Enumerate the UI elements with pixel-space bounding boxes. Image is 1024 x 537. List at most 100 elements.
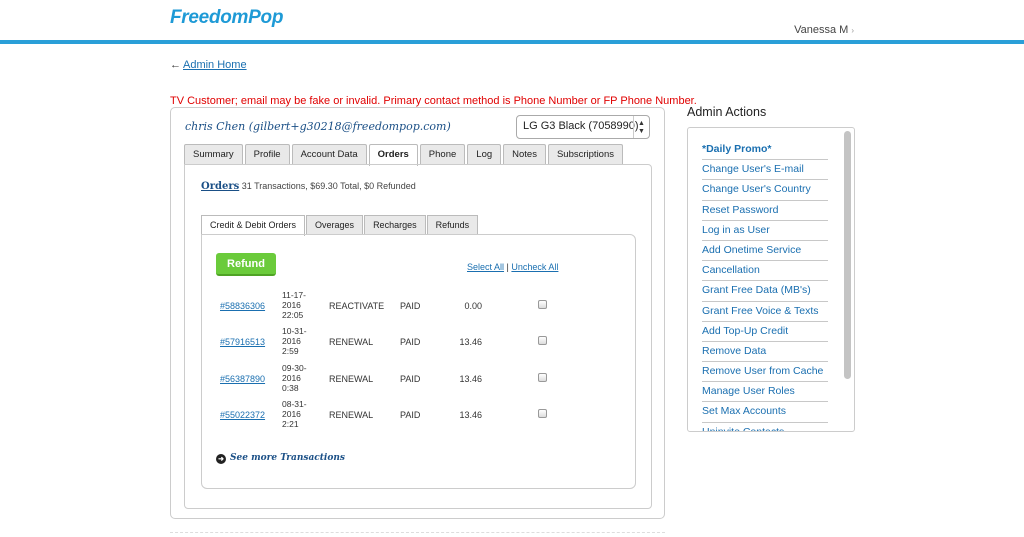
transaction-checkbox[interactable] [538, 373, 547, 382]
admin-action-cancellation[interactable]: Cancellation [702, 261, 828, 282]
device-select-value: LG G3 Black (7058990) [523, 120, 639, 132]
transaction-amount: 13.46 [459, 337, 482, 347]
tab-orders[interactable]: Orders [368, 144, 418, 166]
transaction-status: PAID [400, 301, 421, 311]
transaction-amount: 13.46 [459, 374, 482, 384]
transaction-checkbox[interactable] [538, 336, 547, 345]
orders-summary: 31 Transactions, $69.30 Total, $0 Refund… [241, 181, 416, 191]
admin-actions-list: *Daily Promo* Change User's E-mail Change … [702, 140, 828, 431]
admin-actions-title: Admin Actions [687, 105, 767, 119]
arrow-left-icon: ← [170, 59, 181, 71]
tab-summary[interactable]: Summary [184, 144, 243, 165]
date-part: 2016 [282, 300, 301, 310]
subtab-refunds[interactable]: Refunds [426, 215, 479, 235]
admin-action-remove-data[interactable]: Remove Data [702, 342, 828, 363]
see-more-label: See more Transactions [230, 453, 345, 463]
tab-profile[interactable]: Profile [244, 144, 290, 165]
customer-tabs: Summary Profile Account Data Orders Phone Log… [184, 144, 625, 166]
transaction-checkbox[interactable] [538, 409, 547, 418]
admin-action-add-top-up-credit[interactable]: Add Top-Up Credit [702, 322, 828, 342]
orders-header: Orders 31 Transactions, $69.30 Total, $0… [201, 181, 416, 192]
top-header: FreedomPop Vanessa M › [0, 0, 1024, 44]
transaction-type: REACTIVATE [329, 301, 385, 311]
refund-button[interactable]: Refund [216, 253, 276, 276]
admin-action-add-onetime-service[interactable]: Add Onetime Service [702, 241, 828, 262]
transaction-row: #55022372 08-31- 2016 2:21 RENEWAL PAID 13.46 [220, 399, 640, 432]
admin-actions-box: *Daily Promo* Change User's E-mail Change … [687, 127, 855, 432]
transaction-status: PAID [400, 337, 421, 347]
subtab-credit-debit-orders[interactable]: Credit & Debit Orders [201, 215, 306, 236]
user-name: Vanessa M [794, 24, 849, 36]
date-part: 22:05 [282, 310, 304, 320]
admin-action-daily-promo[interactable]: *Daily Promo* [702, 140, 828, 161]
admin-action-change-user-s-country[interactable]: Change User's Country [702, 180, 828, 201]
transaction-amount: 0.00 [464, 301, 482, 311]
orders-panel: Orders 31 Transactions, $69.30 Total, $0… [184, 164, 652, 509]
select-separator: | [506, 262, 509, 272]
transaction-date: 11-17- 2016 22:05 [282, 290, 306, 320]
device-select[interactable]: LG G3 Black (7058990) ▲ ▼ [516, 115, 650, 139]
date-part: 09-30- [282, 363, 307, 373]
transaction-date: 08-31- 2016 2:21 [282, 399, 307, 429]
tab-subscriptions[interactable]: Subscriptions [547, 144, 623, 165]
admin-action-log-in-as-user[interactable]: Log in as User [702, 221, 828, 241]
subtab-recharges[interactable]: Recharges [364, 215, 426, 235]
see-more-link[interactable]: ➜ See more Transactions [216, 453, 345, 464]
user-menu[interactable]: Vanessa M › [794, 24, 854, 36]
date-part: 2016 [282, 373, 301, 383]
select-all-link[interactable]: Select All [467, 262, 504, 272]
customer-name: chris Chen (gilbert+g30218@freedompop.co… [185, 120, 451, 133]
subtab-overages[interactable]: Overages [306, 215, 364, 235]
tab-account-data[interactable]: Account Data [291, 144, 367, 165]
admin-action-grant-free-data-mb-s[interactable]: Grant Free Data (MB's) [702, 281, 828, 302]
transaction-id-link[interactable]: #58836306 [220, 301, 265, 311]
date-part: 11-17- [282, 290, 306, 300]
transaction-row: #58836306 11-17- 2016 22:05 REACTIVATE PAID 0.… [220, 290, 640, 323]
transaction-status: PAID [400, 410, 421, 420]
freedompop-logo[interactable]: FreedomPop [170, 7, 283, 29]
customer-panel: chris Chen (gilbert+g30218@freedompop.co… [170, 107, 665, 519]
date-part: 2016 [282, 336, 301, 346]
transaction-type: RENEWAL [329, 374, 374, 384]
transaction-id-link[interactable]: #55022372 [220, 410, 265, 420]
scrollbar[interactable] [844, 131, 851, 379]
admin-action-remove-user-from-cache[interactable]: Remove User from Cache [702, 362, 828, 383]
tab-log[interactable]: Log [467, 144, 502, 165]
transaction-date: 09-30- 2016 0:38 [282, 363, 307, 393]
admin-action-uninvite-contacts[interactable]: Uninvite Contacts [702, 423, 828, 431]
admin-home-link[interactable]: ← Admin Home [170, 59, 247, 71]
admin-action-manage-user-roles[interactable]: Manage User Roles [702, 382, 828, 403]
tab-notes[interactable]: Notes [503, 144, 546, 165]
order-subtabs: Credit & Debit Orders Overages Recharges Re… [201, 215, 479, 236]
admin-home-label[interactable]: Admin Home [183, 59, 247, 71]
transaction-amount: 13.46 [459, 410, 482, 420]
transaction-date: 10-31- 2016 2:59 [282, 326, 307, 356]
transaction-checkbox[interactable] [538, 300, 547, 309]
orders-link[interactable]: Orders [201, 181, 239, 192]
arrow-circle-icon: ➜ [216, 454, 226, 464]
transaction-id-link[interactable]: #57916513 [220, 337, 265, 347]
credit-debit-panel: Refund Select All | Uncheck All #5883630… [201, 234, 636, 489]
admin-action-reset-password[interactable]: Reset Password [702, 201, 828, 221]
date-part: 08-31- [282, 399, 307, 409]
select-links: Select All | Uncheck All [467, 262, 558, 272]
transaction-type: RENEWAL [329, 410, 374, 420]
uncheck-all-link[interactable]: Uncheck All [511, 262, 558, 272]
transaction-status: PAID [400, 374, 421, 384]
tab-phone[interactable]: Phone [419, 144, 466, 165]
admin-action-set-max-accounts[interactable]: Set Max Accounts [702, 402, 828, 423]
date-part: 0:38 [282, 383, 299, 393]
transaction-id-link[interactable]: #56387890 [220, 374, 265, 384]
date-part: 2016 [282, 409, 301, 419]
admin-action-change-user-s-e-mail[interactable]: Change User's E-mail [702, 160, 828, 181]
customer-warning: TV Customer; email may be fake or invali… [170, 95, 697, 107]
transaction-type: RENEWAL [329, 337, 374, 347]
transaction-row: #56387890 09-30- 2016 0:38 RENEWAL PAID 13.46 [220, 363, 640, 396]
chevron-right-icon: › [851, 26, 854, 35]
date-part: 2:21 [282, 419, 299, 429]
select-arrows-icon: ▲ ▼ [633, 116, 649, 138]
admin-action-grant-free-voice-texts[interactable]: Grant Free Voice & Texts [702, 302, 828, 322]
date-part: 10-31- [282, 326, 307, 336]
date-part: 2:59 [282, 346, 299, 356]
footer-divider [170, 532, 665, 537]
